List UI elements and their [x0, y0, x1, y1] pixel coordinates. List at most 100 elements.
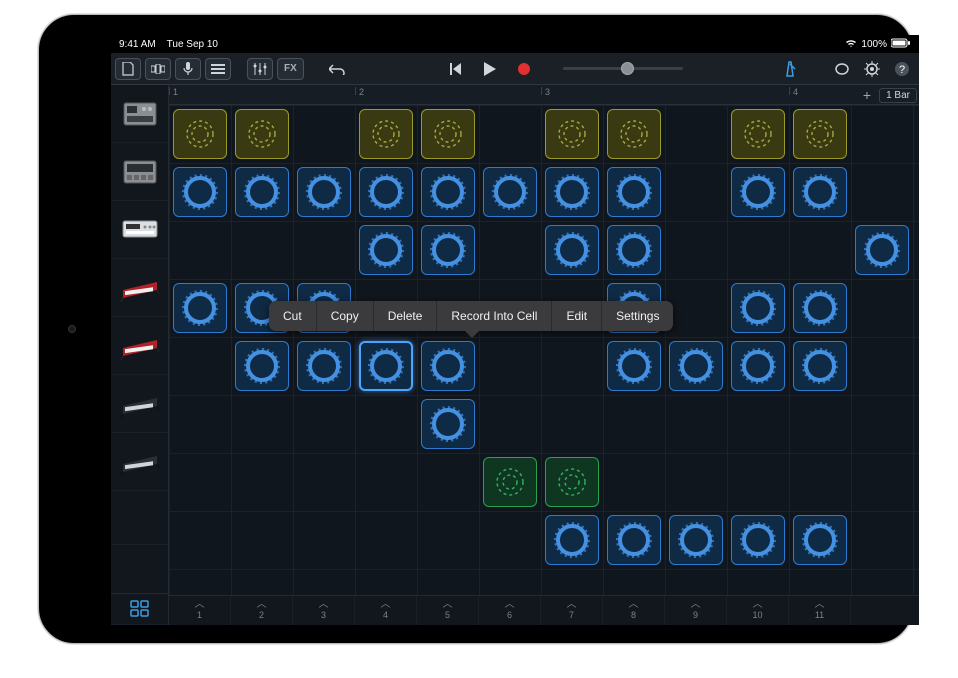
loop-button[interactable] [829, 58, 855, 80]
loop-cell[interactable] [607, 515, 661, 565]
loop-cell[interactable] [297, 341, 351, 391]
loop-cell[interactable] [545, 167, 599, 217]
column-number: 1 [197, 610, 202, 620]
loop-cell[interactable] [421, 341, 475, 391]
loop-cell[interactable] [669, 341, 723, 391]
wifi-icon [845, 38, 857, 51]
bar-length-label[interactable]: 1 Bar [879, 88, 917, 103]
context-menu-copy[interactable]: Copy [317, 301, 374, 331]
loop-cell[interactable] [421, 225, 475, 275]
track-header-keyboard-red-2[interactable] [111, 317, 168, 375]
loop-cell[interactable] [545, 457, 599, 507]
loop-cell[interactable] [731, 283, 785, 333]
loop-cell[interactable] [359, 167, 413, 217]
context-menu-settings[interactable]: Settings [602, 301, 673, 331]
loop-cell[interactable] [297, 167, 351, 217]
microphone-button[interactable] [175, 58, 201, 80]
document-button[interactable] [115, 58, 141, 80]
chevron-up-icon: ︿ [381, 601, 391, 609]
column-trigger[interactable]: ︿5 [417, 596, 479, 625]
loop-cell[interactable] [235, 341, 289, 391]
column-number: 5 [445, 610, 450, 620]
loop-cell[interactable] [173, 283, 227, 333]
volume-thumb[interactable] [621, 62, 634, 75]
loop-cell[interactable] [731, 515, 785, 565]
add-column-button[interactable]: + [859, 87, 875, 103]
loop-cell[interactable] [793, 283, 847, 333]
loop-cell[interactable] [421, 109, 475, 159]
track-header-drum-machine-2[interactable] [111, 143, 168, 201]
loop-cell[interactable] [607, 167, 661, 217]
loop-cell[interactable] [669, 515, 723, 565]
column-number: 2 [259, 610, 264, 620]
context-menu-delete[interactable]: Delete [374, 301, 438, 331]
rewind-button[interactable] [443, 58, 469, 80]
column-trigger[interactable]: ︿2 [231, 596, 293, 625]
column-trigger[interactable]: ︿6 [479, 596, 541, 625]
loop-cell[interactable] [607, 341, 661, 391]
loop-cell[interactable] [235, 109, 289, 159]
column-trigger[interactable]: ︿9 [665, 596, 727, 625]
settings-button[interactable] [859, 58, 885, 80]
track-header-keyboard-dark-2[interactable] [111, 433, 168, 491]
browser-button[interactable] [145, 58, 171, 80]
loop-cell[interactable] [359, 341, 413, 391]
column-trigger[interactable]: ︿1 [169, 596, 231, 625]
loop-cell[interactable] [483, 457, 537, 507]
loop-cell[interactable] [731, 167, 785, 217]
loop-cell[interactable] [359, 109, 413, 159]
loop-cell[interactable] [359, 225, 413, 275]
loop-cell[interactable] [731, 109, 785, 159]
loop-cell[interactable] [421, 399, 475, 449]
play-button[interactable] [477, 58, 503, 80]
loop-cell[interactable] [731, 341, 785, 391]
loop-cell[interactable] [421, 167, 475, 217]
column-trigger[interactable]: ︿3 [293, 596, 355, 625]
loop-cell[interactable] [545, 515, 599, 565]
loop-cell[interactable] [545, 225, 599, 275]
status-date: Tue Sep 10 [167, 39, 218, 50]
cell-grid[interactable] [169, 105, 919, 595]
loop-cell[interactable] [855, 225, 909, 275]
loop-cell[interactable] [483, 167, 537, 217]
loop-cell[interactable] [793, 341, 847, 391]
tracks-view-button[interactable] [205, 58, 231, 80]
loop-cell[interactable] [173, 167, 227, 217]
top-toolbar: FX [111, 53, 919, 85]
context-menu-edit[interactable]: Edit [552, 301, 602, 331]
loop-cell[interactable] [235, 167, 289, 217]
column-footer: ︿1︿2︿3︿4︿5︿6︿7︿8︿9︿10︿11 [169, 595, 919, 625]
track-header-sampler[interactable] [111, 201, 168, 259]
column-trigger[interactable]: ︿4 [355, 596, 417, 625]
context-menu-cut[interactable]: Cut [269, 301, 317, 331]
column-trigger[interactable]: ︿11 [789, 596, 851, 625]
record-button[interactable] [511, 58, 537, 80]
metronome-button[interactable] [777, 58, 803, 80]
loop-cell[interactable] [545, 109, 599, 159]
loop-cell[interactable] [607, 225, 661, 275]
track-header-row-8[interactable] [111, 491, 168, 545]
mixer-button[interactable] [247, 58, 273, 80]
fx-button[interactable]: FX [277, 58, 304, 80]
loop-cell[interactable] [173, 109, 227, 159]
context-menu: CutCopyDeleteRecord Into CellEditSetting… [269, 301, 673, 331]
context-menu-record-into-cell[interactable]: Record Into Cell [437, 301, 552, 331]
chevron-up-icon: ︿ [319, 601, 329, 609]
help-button[interactable]: ? [889, 58, 915, 80]
loop-cell[interactable] [793, 515, 847, 565]
chevron-up-icon: ︿ [629, 601, 639, 609]
column-trigger[interactable]: ︿7 [541, 596, 603, 625]
volume-slider[interactable] [563, 67, 683, 70]
column-trigger[interactable]: ︿8 [603, 596, 665, 625]
battery-icon [891, 38, 911, 51]
undo-button[interactable] [324, 58, 350, 80]
track-header-drum-machine-1[interactable] [111, 85, 168, 143]
track-header-keyboard-dark-1[interactable] [111, 375, 168, 433]
loop-cell[interactable] [607, 109, 661, 159]
live-loops-view-button[interactable] [111, 593, 168, 625]
column-trigger[interactable]: ︿10 [727, 596, 789, 625]
track-header-keyboard-red-1[interactable] [111, 259, 168, 317]
loop-cell[interactable] [793, 167, 847, 217]
grid-area: 1234 + 1 Bar CutCopyDeleteRecord Into Ce… [169, 85, 919, 625]
loop-cell[interactable] [793, 109, 847, 159]
